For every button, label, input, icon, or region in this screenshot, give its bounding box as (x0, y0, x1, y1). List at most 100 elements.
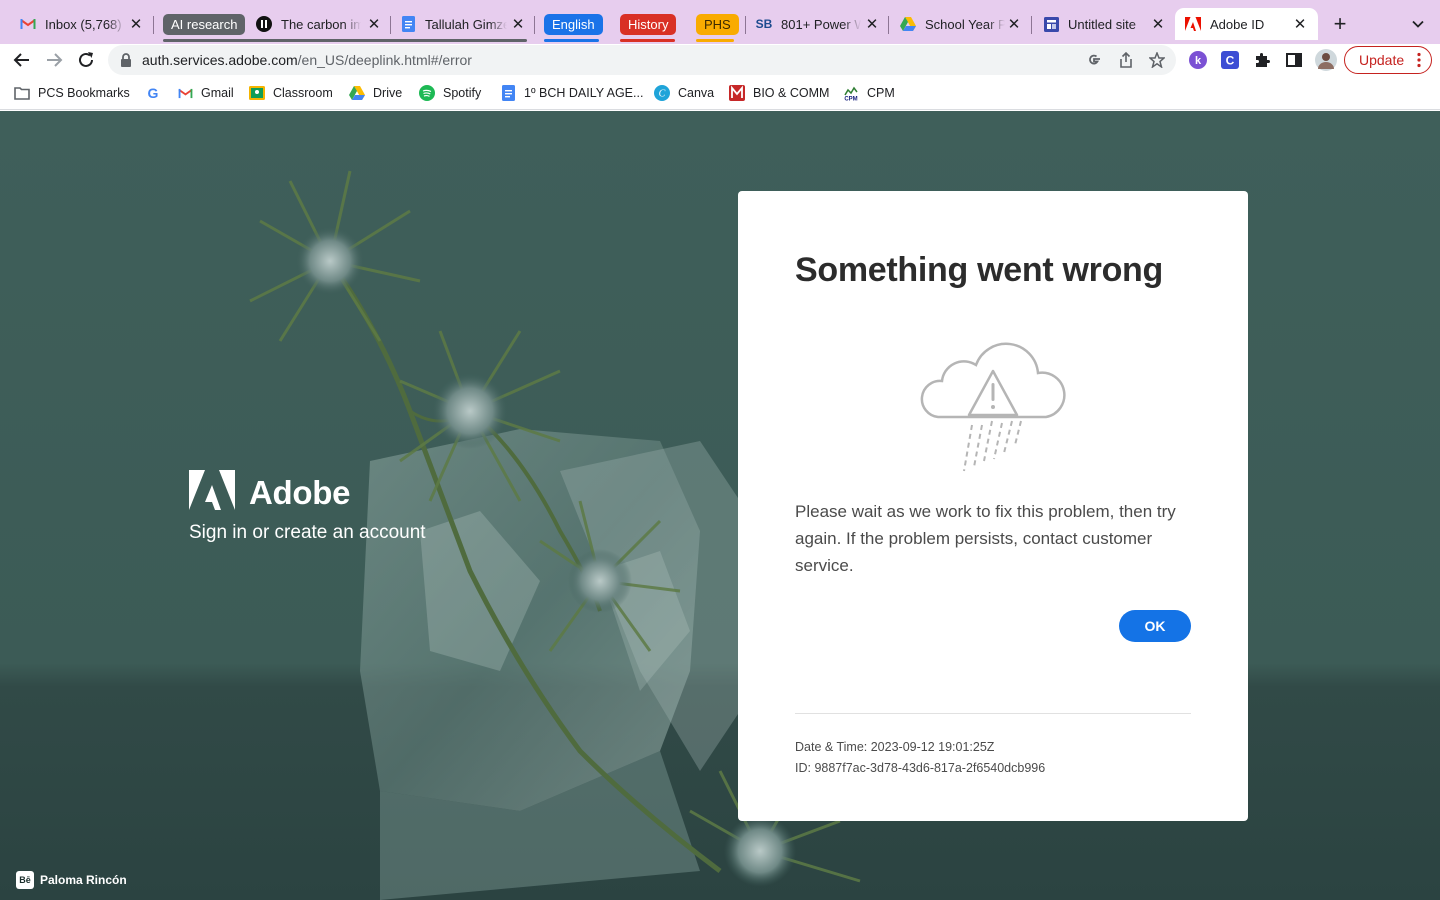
bookmark-star-icon[interactable] (1148, 51, 1166, 69)
tab-adobe-id[interactable]: Adobe ID ✕ (1175, 8, 1318, 40)
close-icon[interactable]: ✕ (510, 15, 526, 33)
bookmark-pcs[interactable]: PCS Bookmarks (14, 84, 130, 102)
bookmark-gmail[interactable]: Gmail (177, 84, 234, 102)
back-arrow-icon[interactable] (10, 48, 34, 72)
reload-icon[interactable] (74, 48, 98, 72)
url-host: auth.services.adobe.com (142, 52, 298, 68)
tab-group-underline (620, 39, 675, 42)
error-title: Something went wrong (795, 251, 1163, 289)
tab-title: School Year Planner (925, 16, 1005, 32)
bookmark-label: BIO & COMM (753, 86, 830, 100)
tab-strip: Inbox (5,768) ✕ AI research The carbon i… (0, 0, 1440, 44)
smartblogger-icon: SB (755, 17, 773, 31)
share-icon[interactable] (1117, 51, 1135, 69)
bio-comm-icon (729, 85, 745, 101)
bookmark-spotify[interactable]: Spotify (419, 84, 481, 102)
tab-untitled-site[interactable]: Untitled site ✕ (1043, 8, 1166, 40)
adobe-logo-icon (189, 470, 235, 515)
bookmark-label: PCS Bookmarks (38, 86, 130, 100)
ok-button[interactable]: OK (1119, 610, 1191, 642)
bookmark-label: Drive (373, 86, 403, 100)
cloud-warning-icon (916, 321, 1070, 480)
extension-c-icon[interactable]: C (1220, 50, 1240, 70)
close-icon[interactable]: ✕ (128, 15, 144, 33)
tab-title: Untitled site (1068, 16, 1136, 32)
spotify-icon (419, 85, 435, 101)
adobe-wordmark: Adobe (249, 473, 351, 511)
svg-text:C: C (1226, 54, 1235, 68)
bookmark-label: 1º BCH DAILY AGE... (524, 86, 644, 100)
address-bar[interactable]: auth.services.adobe.com/en_US/deeplink.h… (108, 45, 1176, 75)
google-sites-icon (1043, 16, 1059, 32)
google-drive-icon (900, 16, 916, 32)
tab-separator (888, 16, 889, 34)
error-message: Please wait as we work to fix this probl… (795, 502, 1176, 575)
extension-k-icon[interactable]: k (1188, 50, 1208, 70)
close-icon[interactable]: ✕ (1006, 15, 1022, 33)
tab-group-ai-research[interactable]: AI research (163, 14, 246, 35)
more-vert-icon[interactable] (1417, 52, 1421, 68)
tab-separator (745, 16, 746, 34)
tab-tallulah[interactable]: Tallulah Gimzel ✕ (400, 8, 526, 40)
lock-icon[interactable] (120, 53, 132, 67)
bookmark-label: CPM (867, 86, 895, 100)
adobe-brand-block: Adobe Sign in or create an account (189, 470, 426, 544)
chevron-down-icon[interactable] (1409, 15, 1427, 33)
bookmark-label: Gmail (201, 86, 234, 100)
new-tab-plus-icon[interactable]: + (1330, 13, 1350, 35)
google-docs-icon (500, 85, 516, 101)
error-dialog: Something went wrong Please wait as we w… (738, 191, 1248, 821)
tab-gmail[interactable]: Inbox (5,768) ✕ (20, 8, 144, 40)
tab-separator (534, 16, 535, 34)
bookmark-google[interactable]: G (145, 84, 169, 102)
tab-separator (1031, 16, 1032, 34)
bookmark-drive[interactable]: Drive (349, 84, 402, 102)
gmail-icon (177, 85, 193, 101)
bookmark-label: Classroom (273, 86, 333, 100)
close-icon[interactable]: ✕ (864, 15, 880, 33)
close-icon[interactable]: ✕ (366, 15, 382, 33)
profile-avatar[interactable] (1314, 48, 1338, 72)
update-button[interactable]: Update (1344, 46, 1432, 74)
bookmark-bch-daily[interactable]: 1º BCH DAILY AGE... (500, 84, 643, 102)
canva-icon: C (654, 85, 670, 101)
svg-text:C: C (659, 89, 666, 100)
tab-title: Adobe ID (1210, 16, 1265, 32)
bookmarks-bar: PCS Bookmarks G Gmail Classroom Drive Sp… (0, 76, 1440, 110)
bookmark-canva[interactable]: C Canva (654, 84, 714, 102)
browser-toolbar: auth.services.adobe.com/en_US/deeplink.h… (0, 44, 1440, 76)
photo-credit[interactable]: Bē Paloma Rincón (16, 871, 127, 889)
svg-text:k: k (1195, 55, 1202, 67)
gmail-icon (20, 16, 36, 32)
tab-title: 801+ Power Words (781, 16, 861, 32)
close-icon[interactable]: ✕ (1150, 15, 1166, 33)
url-text[interactable]: auth.services.adobe.com/en_US/deeplink.h… (142, 52, 472, 68)
tab-group-phs[interactable]: PHS (696, 14, 739, 35)
bookmark-bio-comm[interactable]: BIO & COMM (729, 84, 829, 102)
svg-text:CPM: CPM (844, 97, 857, 102)
google-lens-icon[interactable] (1085, 51, 1103, 69)
google-icon: G (147, 85, 159, 101)
bookmark-cpm[interactable]: CPM CPM (843, 84, 895, 102)
tab-group-history[interactable]: History (620, 14, 677, 35)
tab-power-words[interactable]: SB 801+ Power Words ✕ (756, 8, 880, 40)
bookmark-label: Spotify (443, 86, 482, 100)
tab-carbon-impact[interactable]: The carbon impact ✕ (256, 8, 382, 40)
tab-group-underline (696, 39, 734, 42)
tab-separator (390, 16, 391, 34)
google-classroom-icon (249, 85, 265, 101)
close-icon[interactable]: ✕ (1292, 15, 1308, 33)
url-path: /en_US/deeplink.html#/error (297, 52, 472, 68)
tab-school-year[interactable]: School Year Planner ✕ (900, 8, 1022, 40)
forward-arrow-icon[interactable] (42, 48, 66, 72)
error-datetime: Date & Time: 2023-09-12 19:01:25Z (795, 740, 995, 754)
folder-icon (14, 85, 30, 101)
adobe-signin-page: Adobe Sign in or create an account Bē Pa… (0, 111, 1440, 900)
tab-group-english[interactable]: English (544, 14, 603, 35)
tab-separator (153, 16, 154, 34)
notion-icon (256, 16, 272, 32)
side-panel-icon[interactable] (1284, 50, 1304, 70)
bookmark-label: Canva (678, 86, 715, 100)
bookmark-classroom[interactable]: Classroom (249, 84, 333, 102)
extensions-puzzle-icon[interactable] (1252, 50, 1272, 70)
